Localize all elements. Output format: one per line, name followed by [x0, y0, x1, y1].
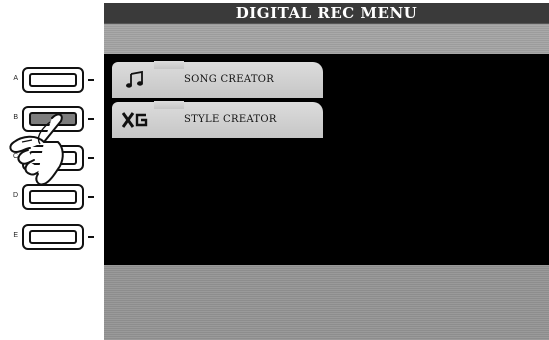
button-frame	[22, 224, 84, 250]
music-note-icon	[122, 70, 148, 90]
button-letter-a: A	[13, 75, 18, 82]
pointing-hand-icon	[9, 113, 64, 186]
button-indicator-line	[88, 79, 94, 81]
screen-title: DIGITAL REC MENU	[104, 3, 549, 24]
button-frame	[22, 67, 84, 93]
button-indicator-line	[88, 236, 94, 238]
menu-item-label: STYLE CREATOR	[184, 114, 277, 125]
panel-button-e[interactable]: E	[0, 224, 104, 254]
panel-button-a[interactable]: A	[0, 67, 104, 97]
menu-item-song-creator[interactable]: SONG CREATOR	[112, 61, 323, 98]
button-letter-e: E	[13, 232, 18, 239]
menu-item-style-creator[interactable]: STYLE CREATOR	[112, 101, 323, 138]
menu-item-label: SONG CREATOR	[184, 74, 275, 85]
screen-top-band	[104, 24, 549, 54]
xg-logo-icon	[122, 110, 148, 130]
lcd-screen: DIGITAL REC MENU SONG CREATOR STYLE CREA…	[104, 3, 549, 340]
screen-bottom-band	[104, 265, 549, 340]
